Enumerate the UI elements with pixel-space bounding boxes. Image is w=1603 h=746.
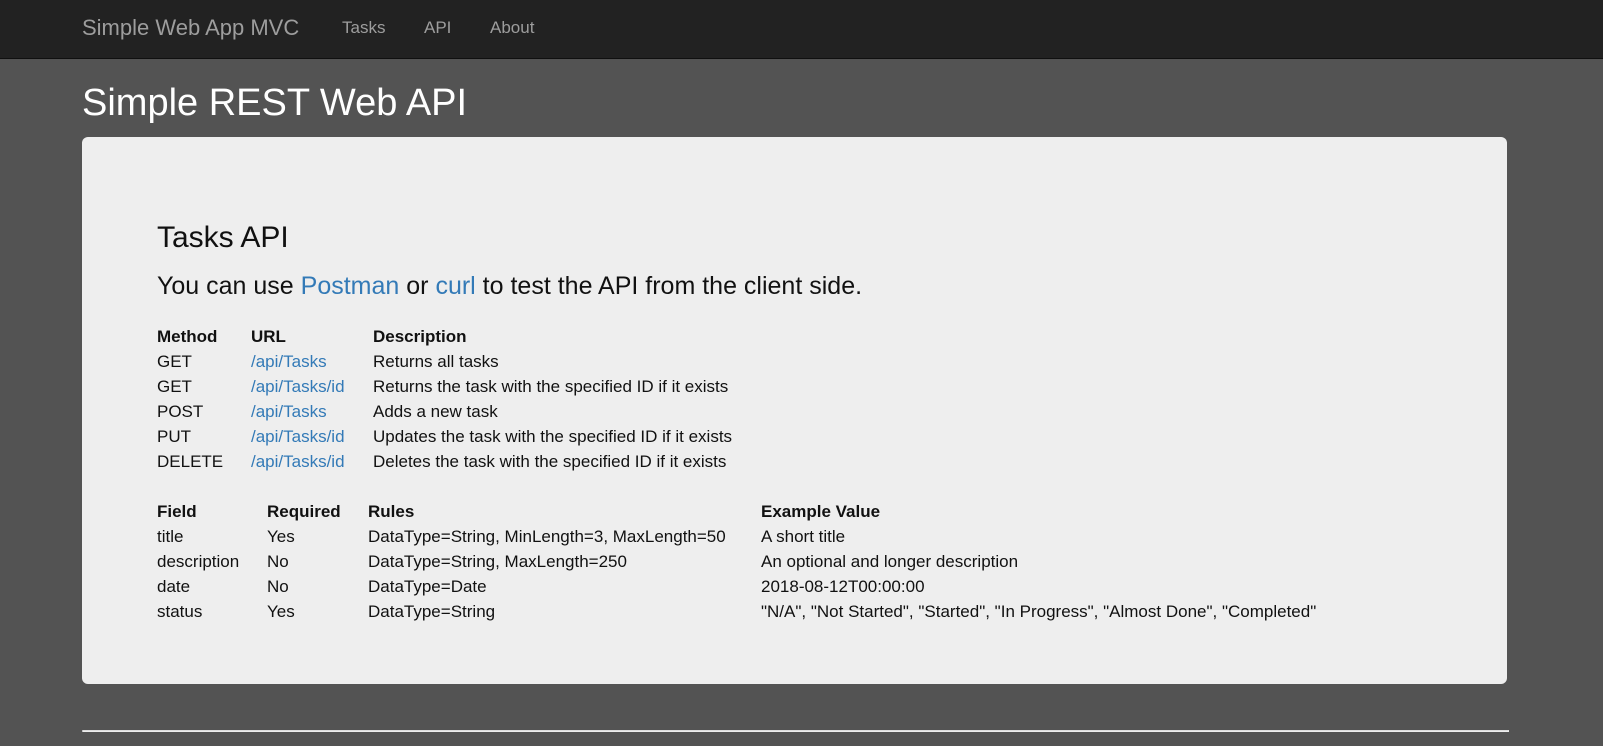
lead-text: You can use Postman or curl to test the … xyxy=(157,272,862,301)
description-cell: Updates the task with the specified ID i… xyxy=(373,426,733,446)
api-panel: Tasks API You can use Postman or curl to… xyxy=(82,137,1507,684)
navbar: Simple Web App MVC Tasks API About xyxy=(0,0,1603,59)
description-cell: Returns all tasks xyxy=(373,351,499,371)
description-cell: Adds a new task xyxy=(373,401,498,421)
url-cell: /api/Tasks/id xyxy=(251,424,373,449)
url-cell: /api/Tasks xyxy=(251,349,373,374)
lead-middle: or xyxy=(399,272,436,300)
column-header: Method xyxy=(157,326,218,346)
rules-cell: DataType=String, MinLength=3, MaxLength=… xyxy=(368,526,726,546)
footer-divider xyxy=(82,730,1509,732)
table-row: status Yes DataType=String "N/A", "Not S… xyxy=(157,599,1340,624)
fields-table: Field Required Rules Example Value title… xyxy=(157,499,1340,624)
method-cell: GET xyxy=(157,351,192,371)
table-header-row: Field Required Rules Example Value xyxy=(157,499,1340,524)
page-title: Simple REST Web API xyxy=(82,82,468,124)
description-cell: Returns the task with the specified ID i… xyxy=(373,376,729,396)
required-cell: No xyxy=(267,576,289,596)
lead-prefix: You can use xyxy=(157,272,301,300)
example-cell: "N/A", "Not Started", "Started", "In Pro… xyxy=(761,601,1317,621)
table-header-row: Method URL Description xyxy=(157,324,756,349)
url-link[interactable]: /api/Tasks/id xyxy=(251,427,345,446)
nav-link-about[interactable]: About xyxy=(490,18,534,38)
method-cell: DELETE xyxy=(157,451,224,471)
url-link[interactable]: /api/Tasks/id xyxy=(251,377,345,396)
url-link[interactable]: /api/Tasks xyxy=(251,352,327,371)
lead-suffix: to test the API from the client side. xyxy=(475,272,863,300)
table-row: GET /api/Tasks Returns all tasks xyxy=(157,349,756,374)
column-header: Description xyxy=(373,326,467,346)
method-cell: POST xyxy=(157,401,204,421)
column-header: URL xyxy=(251,326,286,346)
field-cell: date xyxy=(157,576,191,596)
url-cell: /api/Tasks/id xyxy=(251,374,373,399)
example-cell: An optional and longer description xyxy=(761,551,1019,571)
url-cell: /api/Tasks xyxy=(251,399,373,424)
required-cell: Yes xyxy=(267,601,295,621)
rules-cell: DataType=Date xyxy=(368,576,487,596)
method-cell: PUT xyxy=(157,426,191,446)
column-header: Example Value xyxy=(761,501,881,521)
column-header: Required xyxy=(267,501,341,521)
nav-link-tasks[interactable]: Tasks xyxy=(342,18,385,38)
table-row: GET /api/Tasks/id Returns the task with … xyxy=(157,374,756,399)
endpoints-table: Method URL Description GET /api/Tasks Re… xyxy=(157,324,756,474)
table-row: DELETE /api/Tasks/id Deletes the task wi… xyxy=(157,449,756,474)
required-cell: Yes xyxy=(267,526,295,546)
rules-cell: DataType=String xyxy=(368,601,496,621)
method-cell: GET xyxy=(157,376,192,396)
postman-link[interactable]: Postman xyxy=(301,272,400,300)
required-cell: No xyxy=(267,551,289,571)
column-header: Field xyxy=(157,501,197,521)
table-row: description No DataType=String, MaxLengt… xyxy=(157,549,1340,574)
rules-cell: DataType=String, MaxLength=250 xyxy=(368,551,627,571)
url-link[interactable]: /api/Tasks xyxy=(251,402,327,421)
curl-link[interactable]: curl xyxy=(435,272,475,300)
example-cell: 2018-08-12T00:00:00 xyxy=(761,576,925,596)
table-row: POST /api/Tasks Adds a new task xyxy=(157,399,756,424)
nav-link-api[interactable]: API xyxy=(424,18,451,38)
description-cell: Deletes the task with the specified ID i… xyxy=(373,451,727,471)
field-cell: status xyxy=(157,601,203,621)
url-cell: /api/Tasks/id xyxy=(251,449,373,474)
table-row: title Yes DataType=String, MinLength=3, … xyxy=(157,524,1340,549)
url-link[interactable]: /api/Tasks/id xyxy=(251,452,345,471)
brand-link[interactable]: Simple Web App MVC xyxy=(82,15,299,41)
table-row: PUT /api/Tasks/id Updates the task with … xyxy=(157,424,756,449)
field-cell: title xyxy=(157,526,184,546)
field-cell: description xyxy=(157,551,240,571)
column-header: Rules xyxy=(368,501,415,521)
example-cell: A short title xyxy=(761,526,846,546)
section-title: Tasks API xyxy=(157,221,289,254)
table-row: date No DataType=Date 2018-08-12T00:00:0… xyxy=(157,574,1340,599)
